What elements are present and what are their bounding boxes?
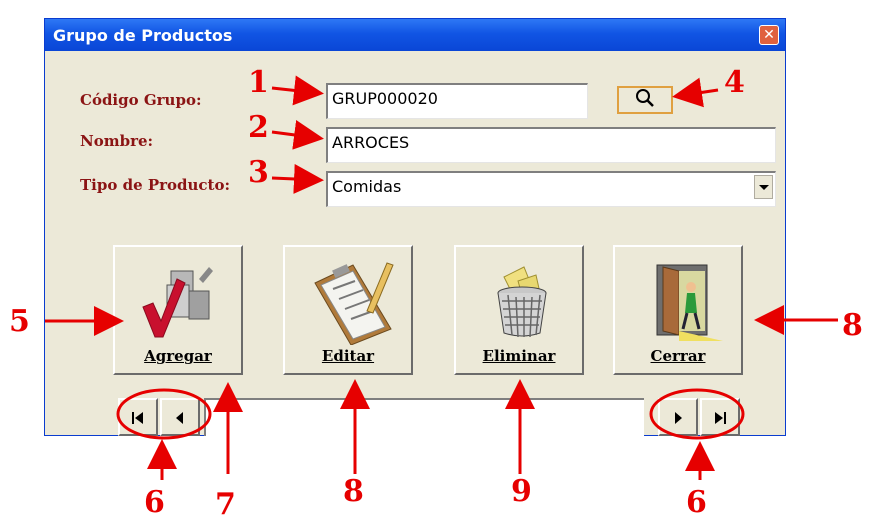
clipboard-pencil-icon <box>314 262 394 345</box>
annotation-7: 7 <box>215 487 236 522</box>
title-bar[interactable]: Grupo de Productos ✕ <box>45 19 785 51</box>
tipo-producto-value: Comidas <box>332 177 402 196</box>
annotation-2: 2 <box>248 110 269 145</box>
eliminar-button[interactable]: Eliminar <box>454 245 584 375</box>
annotation-5: 5 <box>9 304 30 339</box>
search-button[interactable] <box>617 86 673 114</box>
exit-door-icon <box>656 264 723 341</box>
grupo-productos-window: Grupo de Productos ✕ Código Grupo: GRUP0… <box>44 18 786 436</box>
last-record-icon <box>715 412 726 424</box>
trash-basket-icon <box>497 266 547 338</box>
previous-record-icon <box>176 412 183 424</box>
close-button[interactable]: ✕ <box>759 25 779 45</box>
annotation-4: 4 <box>724 65 745 100</box>
record-position-bar[interactable] <box>204 398 644 436</box>
cerrar-label: Cerrar <box>650 347 706 365</box>
annotation-3: 3 <box>248 155 269 190</box>
tipo-producto-label: Tipo de Producto: <box>80 176 231 194</box>
codigo-grupo-field[interactable]: GRUP000020 <box>326 83 588 119</box>
add-checkmark-icon <box>142 267 213 338</box>
codigo-grupo-label: Código Grupo: <box>80 91 202 109</box>
cerrar-button[interactable]: Cerrar <box>613 245 743 375</box>
last-record-button[interactable] <box>700 398 740 436</box>
eliminar-label: Eliminar <box>482 347 556 365</box>
editar-button[interactable]: Editar <box>283 245 413 375</box>
next-record-icon <box>675 412 682 424</box>
annotation-1: 1 <box>248 65 269 100</box>
first-record-button[interactable] <box>118 398 158 436</box>
dropdown-arrow-icon[interactable] <box>754 175 773 199</box>
next-record-button[interactable] <box>658 398 698 436</box>
first-record-icon <box>132 412 143 424</box>
window-title: Grupo de Productos <box>53 26 233 45</box>
agregar-button[interactable]: Agregar <box>113 245 243 375</box>
magnifier-icon <box>636 89 654 107</box>
annotation-6-left: 6 <box>144 485 165 520</box>
annotation-8-bottom: 8 <box>343 474 364 509</box>
nombre-field[interactable]: ARROCES <box>326 127 776 163</box>
nombre-label: Nombre: <box>80 132 154 150</box>
agregar-label: Agregar <box>144 347 212 365</box>
annotation-8-right: 8 <box>842 308 863 343</box>
previous-record-button[interactable] <box>160 398 200 436</box>
annotation-6-right: 6 <box>686 485 707 520</box>
annotation-9: 9 <box>511 474 532 509</box>
editar-label: Editar <box>321 347 375 365</box>
tipo-producto-select[interactable]: Comidas <box>326 171 776 207</box>
